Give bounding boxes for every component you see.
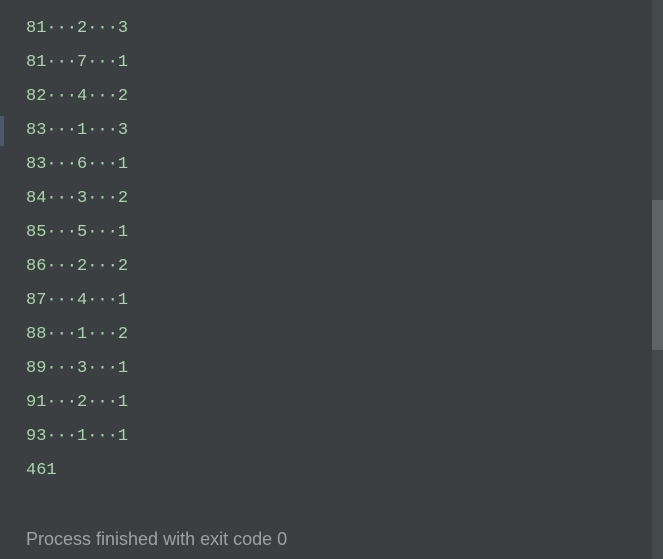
console-output: 81···2···381···7···182···4···283···1···3… <box>0 0 663 559</box>
output-row: 93···1···1 <box>26 420 663 454</box>
output-row: 81···2···3 <box>26 12 663 46</box>
output-final: 461 <box>26 454 663 488</box>
output-row: 88···1···2 <box>26 318 663 352</box>
gutter-marker <box>0 116 4 146</box>
output-row: 84···3···2 <box>26 182 663 216</box>
output-lines-container: 81···2···381···7···182···4···283···1···3… <box>26 12 663 454</box>
output-row: 83···6···1 <box>26 148 663 182</box>
output-row: 87···4···1 <box>26 284 663 318</box>
output-row: 85···5···1 <box>26 216 663 250</box>
process-status: Process finished with exit code 0 <box>26 522 663 556</box>
output-row: 91···2···1 <box>26 386 663 420</box>
output-row: 83···1···3 <box>26 114 663 148</box>
output-row: 89···3···1 <box>26 352 663 386</box>
output-row: 86···2···2 <box>26 250 663 284</box>
output-row: 81···7···1 <box>26 46 663 80</box>
output-row: 82···4···2 <box>26 80 663 114</box>
scrollbar-thumb[interactable] <box>652 200 663 350</box>
scrollbar-track[interactable] <box>652 0 663 559</box>
